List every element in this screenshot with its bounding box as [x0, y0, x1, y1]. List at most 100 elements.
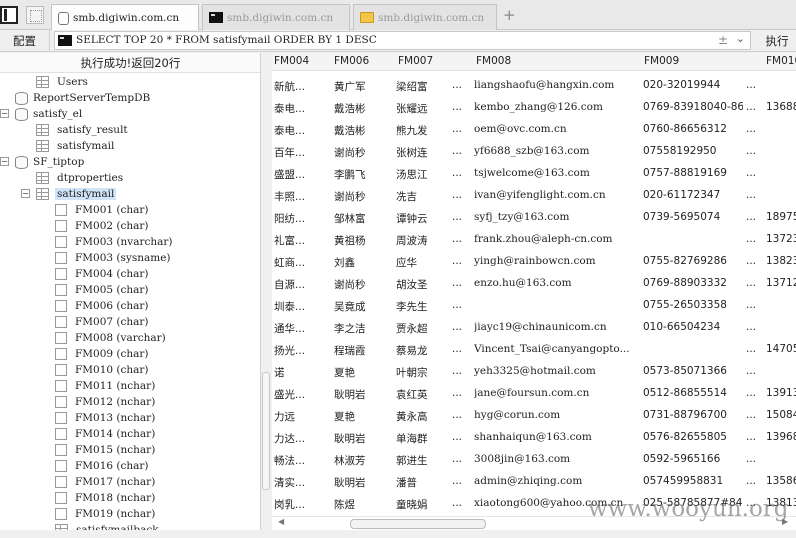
table-cell[interactable]: Vincent_Tsai@canyangopto...	[474, 343, 646, 355]
tree-node[interactable]: FM019 (nchar)	[55, 506, 157, 522]
column-header[interactable]: FM006	[334, 55, 369, 67]
table-cell[interactable]: ...	[746, 233, 766, 245]
table-cell[interactable]: tsjwelcome@163.com	[474, 167, 646, 179]
table-cell[interactable]: syfj_tzy@163.com	[474, 211, 646, 223]
table-cell[interactable]: ...	[746, 255, 766, 267]
table-cell[interactable]: 胡汝圣	[396, 277, 448, 292]
table-cell[interactable]: 0755-26503358	[643, 299, 743, 311]
table-cell[interactable]: 13723	[766, 233, 796, 245]
tree-node[interactable]: FM009 (char)	[55, 346, 151, 362]
table-cell[interactable]: 刘鑫	[334, 255, 394, 270]
table-cell[interactable]: ...	[746, 343, 766, 355]
table-cell[interactable]: ...	[452, 101, 470, 113]
table-cell[interactable]: jane@foursun.com.cn	[474, 387, 646, 399]
tree-node[interactable]: FM012 (nchar)	[55, 394, 157, 410]
table-cell[interactable]: 18975	[766, 211, 796, 223]
table-row[interactable]: 阳纺... 邹林富 谭钟云... syfj_tzy@163.com 0739-56950…	[272, 207, 796, 229]
table-row[interactable]: 泰电... 戴浩彬 熊九发... oem@ovc.com.cn 0760-8665631…	[272, 119, 796, 141]
column-header[interactable]: FM004	[274, 55, 309, 67]
table-cell[interactable]: 谭钟云	[396, 211, 448, 226]
table-row[interactable]: 自源... 谢尚秒 胡汝圣... enzo.hu@163.com 0769-889033…	[272, 273, 796, 295]
table-cell[interactable]: 020-61172347	[643, 189, 743, 201]
collapse-toggle-icon[interactable]: −	[0, 157, 9, 166]
tab-smb-terminal[interactable]: smb.digiwin.com.cn	[202, 4, 350, 30]
column-header[interactable]: FM007	[398, 55, 433, 67]
table-cell[interactable]: ...	[452, 365, 470, 377]
table-cell[interactable]: 泰电...	[274, 101, 330, 116]
table-cell[interactable]: 张树连	[396, 145, 448, 160]
table-cell[interactable]: 力远	[274, 409, 330, 424]
table-cell[interactable]: 0755-82769286	[643, 255, 743, 267]
tree-node[interactable]: satisfy_el	[15, 106, 84, 122]
tree-node[interactable]: satisfymail	[36, 186, 117, 202]
table-cell[interactable]: shanhaiqun@163.com	[474, 431, 646, 443]
table-cell[interactable]: 0760-86656312	[643, 123, 743, 135]
tree-node[interactable]: Users	[36, 74, 90, 90]
duplicate-tab-button[interactable]	[26, 6, 44, 24]
tree-node[interactable]: FM013 (nchar)	[55, 410, 157, 426]
table-cell[interactable]: 邹林富	[334, 211, 394, 226]
tree-node[interactable]: FM003 (sysname)	[55, 250, 173, 266]
tree-node[interactable]: SF_tiptop	[15, 154, 86, 170]
table-cell[interactable]: ...	[452, 475, 470, 487]
table-cell[interactable]: 熊九发	[396, 123, 448, 138]
table-row[interactable]: 扬光... 程瑞霞 蔡易龙... Vincent_Tsai@canyangopto..…	[272, 339, 796, 361]
table-cell[interactable]: 盛盟...	[274, 167, 330, 182]
sql-input[interactable]: SELECT TOP 20 * FROM satisfymail ORDER B…	[54, 31, 751, 50]
table-cell[interactable]: 010-66504234	[643, 321, 743, 333]
table-cell[interactable]: ...	[746, 431, 766, 443]
table-cell[interactable]: 夏艳	[334, 409, 394, 424]
table-row[interactable]: 新航... 黄广军 梁绍富... liangshaofu@hangxin.com 020…	[272, 75, 796, 97]
tab-smb-document[interactable]: smb.digiwin.com.cn	[51, 4, 199, 31]
table-cell[interactable]: ...	[452, 453, 470, 465]
table-cell[interactable]: 138236	[766, 255, 796, 267]
table-cell[interactable]: yeh3325@hotmail.com	[474, 365, 646, 377]
column-header[interactable]: FM008	[476, 55, 511, 67]
table-cell[interactable]: ...	[746, 409, 766, 421]
table-cell[interactable]: frank.zhou@aleph-cn.com	[474, 233, 646, 245]
chevron-down-icon[interactable]: ⌄	[736, 32, 745, 45]
collapse-toggle-icon[interactable]: −	[21, 189, 30, 198]
table-cell[interactable]: 0512-86855514	[643, 387, 743, 399]
table-row[interactable]: 丰照... 谢尚秒 冼吉... ivan@yifenglight.com.cn 020-…	[272, 185, 796, 207]
table-cell[interactable]: 虹商...	[274, 255, 330, 270]
table-cell[interactable]: 梁绍富	[396, 79, 448, 94]
table-cell[interactable]: yf6688_szb@163.com	[474, 145, 646, 157]
table-cell[interactable]: 13712	[766, 277, 796, 289]
table-cell[interactable]: 张耀远	[396, 101, 448, 116]
table-cell[interactable]: 0757-88819169	[643, 167, 743, 179]
add-tab-button[interactable]: +	[503, 6, 516, 24]
collapse-toggle-icon[interactable]: −	[0, 109, 9, 118]
table-cell[interactable]: oem@ovc.com.cn	[474, 123, 646, 135]
table-cell[interactable]: 泰电...	[274, 123, 330, 138]
table-cell[interactable]: 139686	[766, 431, 796, 443]
table-cell[interactable]: 自源...	[274, 277, 330, 292]
table-cell[interactable]: 盛光...	[274, 387, 330, 402]
table-cell[interactable]: 岗乳...	[274, 497, 330, 512]
table-row[interactable]: 力达... 耿明岩 单海群... shanhaiqun@163.com 0576-826…	[272, 427, 796, 449]
config-button[interactable]: 配置	[0, 30, 50, 52]
table-cell[interactable]: 谢尚秒	[334, 189, 394, 204]
tree-node[interactable]: FM011 (nchar)	[55, 378, 157, 394]
table-row[interactable]: 泰电... 戴浩彬 张耀远... kembo_zhang@126.com 0769-83…	[272, 97, 796, 119]
table-cell[interactable]: ...	[452, 233, 470, 245]
table-cell[interactable]: 李鹏飞	[334, 167, 394, 182]
table-cell[interactable]: ...	[746, 277, 766, 289]
table-cell[interactable]: ...	[746, 321, 766, 333]
table-cell[interactable]: 叶朝宗	[396, 365, 448, 380]
table-cell[interactable]: enzo.hu@163.com	[474, 277, 646, 289]
tree-node[interactable]: FM006 (char)	[55, 298, 151, 314]
tree-node[interactable]: FM005 (char)	[55, 282, 151, 298]
table-cell[interactable]: 童晓娟	[396, 497, 448, 512]
table-cell[interactable]: 15084	[766, 409, 796, 421]
table-cell[interactable]: 139130	[766, 387, 796, 399]
table-cell[interactable]: 135866	[766, 475, 796, 487]
table-cell[interactable]: 周波涛	[396, 233, 448, 248]
table-cell[interactable]: ivan@yifenglight.com.cn	[474, 189, 646, 201]
table-cell[interactable]: 扬光...	[274, 343, 330, 358]
table-cell[interactable]: ...	[452, 321, 470, 333]
table-cell[interactable]: 夏艳	[334, 365, 394, 380]
table-cell[interactable]: ...	[746, 145, 766, 157]
table-cell[interactable]: 畅法...	[274, 453, 330, 468]
table-cell[interactable]: ...	[452, 123, 470, 135]
